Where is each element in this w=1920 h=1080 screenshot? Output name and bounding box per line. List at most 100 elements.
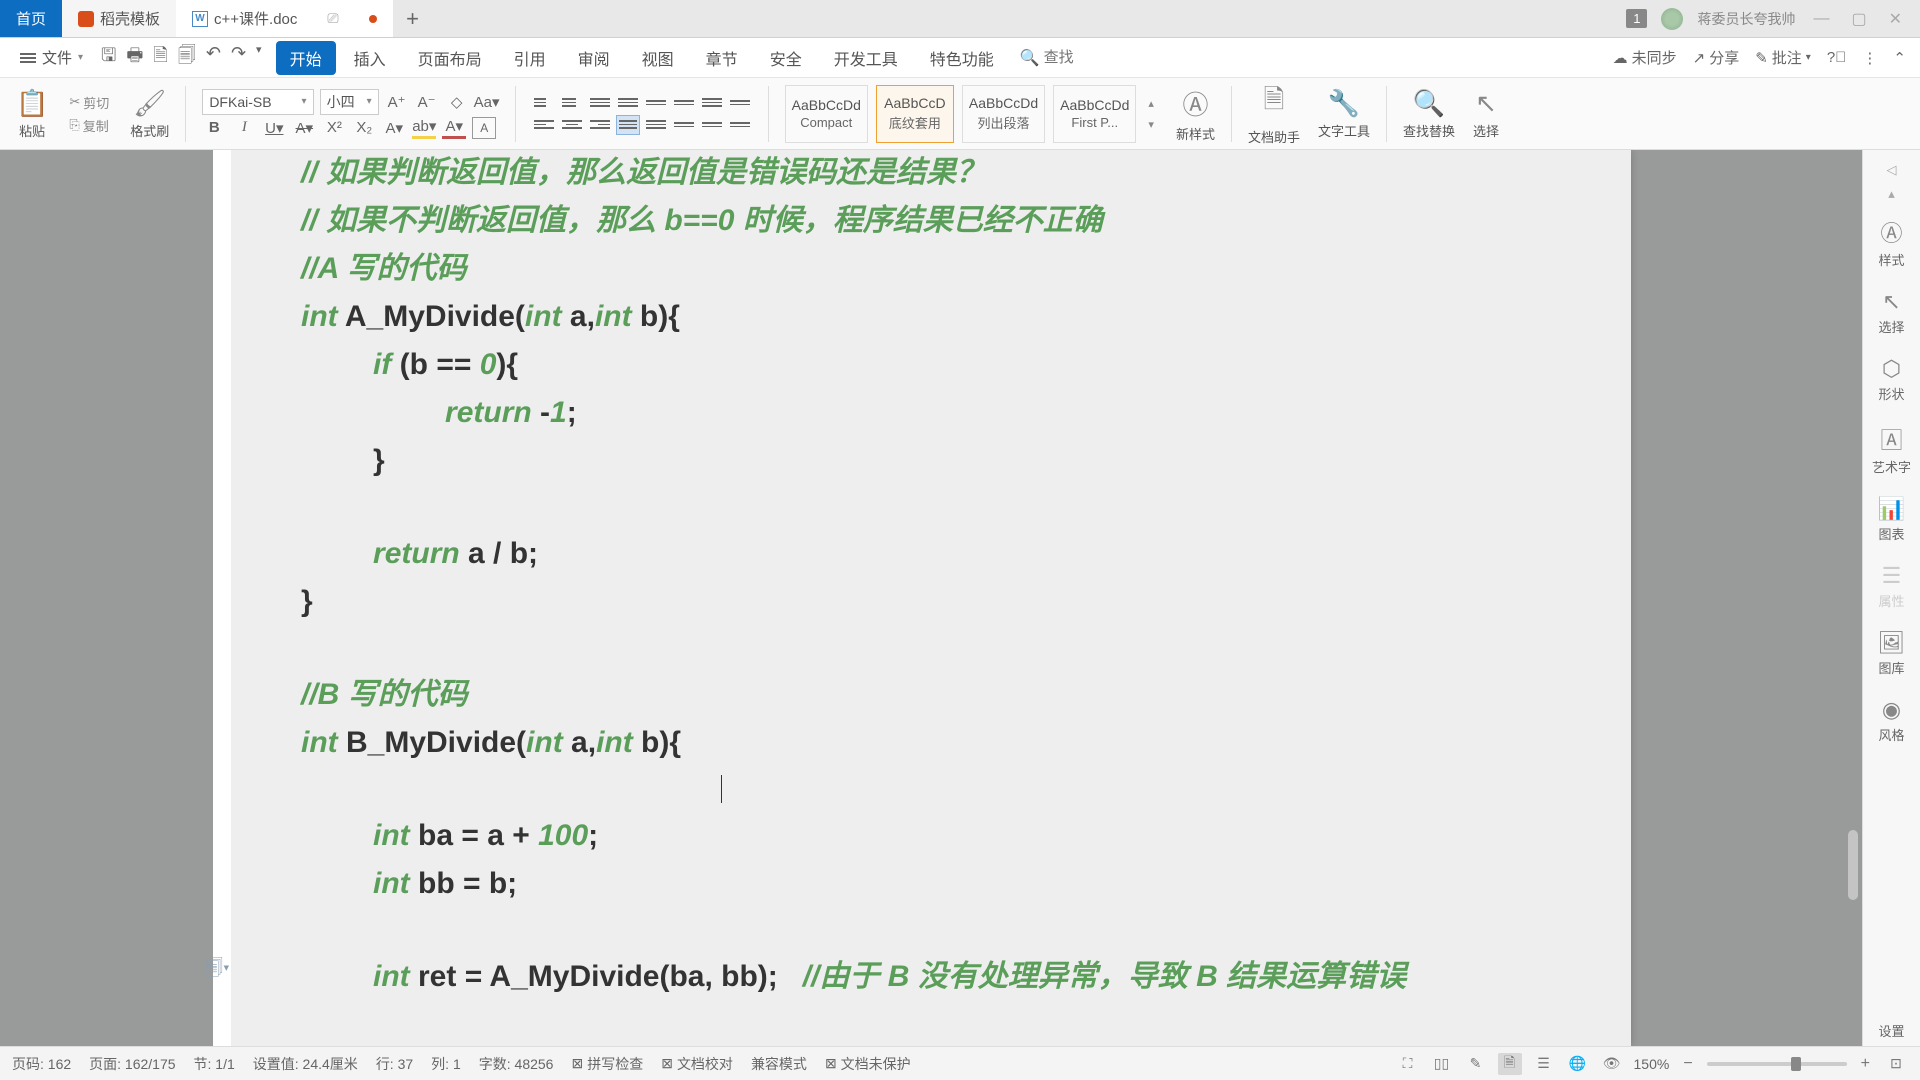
status-pagecode[interactable]: 页码: 162 [12,1054,71,1074]
font-color-button[interactable]: A▾ [442,117,466,139]
status-words[interactable]: 字数: 48256 [479,1054,554,1074]
annotate-button[interactable]: ✎批注▾ [1755,47,1811,68]
more-button[interactable]: ⋮ [1862,49,1877,67]
zoom-out-button[interactable]: − [1679,1055,1696,1073]
print-preview-button[interactable]: 🗎 [153,43,167,73]
sync-status[interactable]: ☁未同步 [1613,47,1677,68]
font-name-select[interactable]: DFKai-SB▾ [202,89,313,115]
shading-button[interactable] [700,115,724,135]
sidebar-gallery[interactable]: 🖼图库 [1878,624,1906,683]
vertical-scrollbar[interactable] [1846,150,1860,1046]
collapse-ribbon-button[interactable]: ⌃ [1893,49,1906,67]
outline-view-button[interactable]: ☰ [1532,1053,1556,1075]
minimize-button[interactable]: — [1809,6,1833,32]
avatar[interactable] [1661,8,1683,30]
clear-format-button[interactable]: ◇ [445,91,469,113]
sidebar-up-button[interactable]: ▴ [1888,186,1895,202]
export-button[interactable]: 🗐 [178,43,196,73]
doc-helper-button[interactable]: 🗎文档助手 [1242,79,1306,148]
sidebar-select[interactable]: ↖选择 [1878,283,1904,342]
menu-tab-view[interactable]: 视图 [628,41,688,75]
search-input[interactable] [1044,49,1104,66]
eye-protect-button[interactable]: 👁 [1600,1053,1624,1075]
menu-tab-special[interactable]: 特色功能 [916,41,1008,75]
bullets-button[interactable] [532,93,556,113]
styles-more-button[interactable]: ▴▾ [1144,93,1158,135]
save-button[interactable]: 🖫 [101,43,116,73]
edit-view-button[interactable]: ✎ [1464,1053,1488,1075]
redo-button[interactable]: ↷ [231,43,246,73]
close-button[interactable]: ✕ [1885,5,1906,33]
zoom-slider[interactable] [1707,1062,1847,1066]
cut-button[interactable]: ✂剪切 [66,92,112,113]
sort-button[interactable] [672,93,696,113]
formatpainter-button[interactable]: 🖌格式刷 [124,86,175,142]
text-tools-button[interactable]: 🔧文字工具 [1312,86,1376,142]
sidebar-shape[interactable]: ⬡形状 [1878,350,1904,409]
menu-tab-chapter[interactable]: 章节 [692,41,752,75]
menu-tab-start[interactable]: 开始 [276,41,336,75]
tab-document[interactable]: W c++课件.doc ⎚ [176,0,393,37]
help-button[interactable]: ?⃝ [1827,49,1847,66]
qat-more-button[interactable]: ▾ [256,43,262,73]
tab-button[interactable] [644,93,668,113]
new-tab-button[interactable]: + [393,0,433,37]
select-button[interactable]: ↖选择 [1467,86,1505,142]
style-first-p[interactable]: AaBbCcDdFirst P... [1053,85,1136,143]
maximize-button[interactable]: ▢ [1847,5,1870,33]
align-justify-button[interactable] [616,115,640,135]
notification-badge[interactable]: 1 [1626,9,1647,28]
menu-tab-review[interactable]: 审阅 [564,41,624,75]
font-size-select[interactable]: 小四▾ [320,89,379,115]
menu-tab-reference[interactable]: 引用 [500,41,560,75]
grow-font-button[interactable]: A⁺ [385,91,409,113]
scrollbar-thumb[interactable] [1848,830,1858,900]
numbering-button[interactable] [560,93,584,113]
zoom-slider-handle[interactable] [1791,1057,1801,1071]
search-box[interactable]: 🔍 [1020,48,1104,68]
undo-button[interactable]: ↶ [206,43,221,73]
shrink-font-button[interactable]: A⁻ [415,91,439,113]
borders-button[interactable] [728,115,752,135]
new-style-button[interactable]: Ⓐ新样式 [1170,83,1221,145]
find-replace-button[interactable]: 🔍查找替换 [1397,86,1461,142]
show-marks-button[interactable] [728,93,752,113]
line-height-button[interactable] [672,115,696,135]
menu-tab-insert[interactable]: 插入 [340,41,400,75]
fullscreen-button[interactable]: ⛶ [1396,1053,1420,1075]
align-center-button[interactable] [560,115,584,135]
sidebar-collapse-button[interactable]: ◁ [1887,162,1897,178]
zoom-level[interactable]: 150% [1634,1056,1670,1072]
paste-button[interactable]: 📋粘贴 [10,86,54,142]
tab-template[interactable]: 稻壳模板 [62,0,176,37]
subscript-button[interactable]: X₂ [352,117,376,139]
style-shading[interactable]: AaBbCcD底纹套用 [876,85,954,143]
page-break-icon[interactable]: 🗐▾ [205,956,230,986]
copy-button[interactable]: ⎘复制 [66,115,112,136]
web-view-button[interactable]: 🌐 [1566,1053,1590,1075]
status-col[interactable]: 列: 1 [431,1054,461,1074]
print-button[interactable]: 🖶 [126,43,143,73]
style-compact[interactable]: AaBbCcDdCompact [785,85,868,143]
reading-view-button[interactable]: ▯▯ [1430,1053,1454,1075]
underline-button[interactable]: U▾ [262,117,286,139]
char-border-button[interactable]: A [472,117,496,139]
text-effect-button[interactable]: A▾ [382,117,406,139]
indent-increase-button[interactable] [616,93,640,113]
spellcheck-toggle[interactable]: ⊠拼写检查 [571,1054,643,1074]
menu-tab-layout[interactable]: 页面布局 [404,41,496,75]
italic-button[interactable]: I [232,117,256,139]
share-button[interactable]: ↗分享 [1693,47,1740,68]
align-left-button[interactable] [532,115,556,135]
status-section[interactable]: 节: 1/1 [194,1054,235,1074]
tab-home[interactable]: 首页 [0,0,62,37]
superscript-button[interactable]: X² [322,117,346,139]
device-icon[interactable]: ⎚ [327,10,338,27]
highlight-button[interactable]: ab▾ [412,117,436,139]
bold-button[interactable]: B [202,117,226,139]
protection-status[interactable]: ⊠文档未保护 [825,1054,911,1074]
status-page[interactable]: 页面: 162/175 [89,1054,175,1074]
style-list-paragraph[interactable]: AaBbCcDd列出段落 [962,85,1045,143]
strikethrough-button[interactable]: A▾ [292,117,316,139]
indent-decrease-button[interactable] [588,93,612,113]
